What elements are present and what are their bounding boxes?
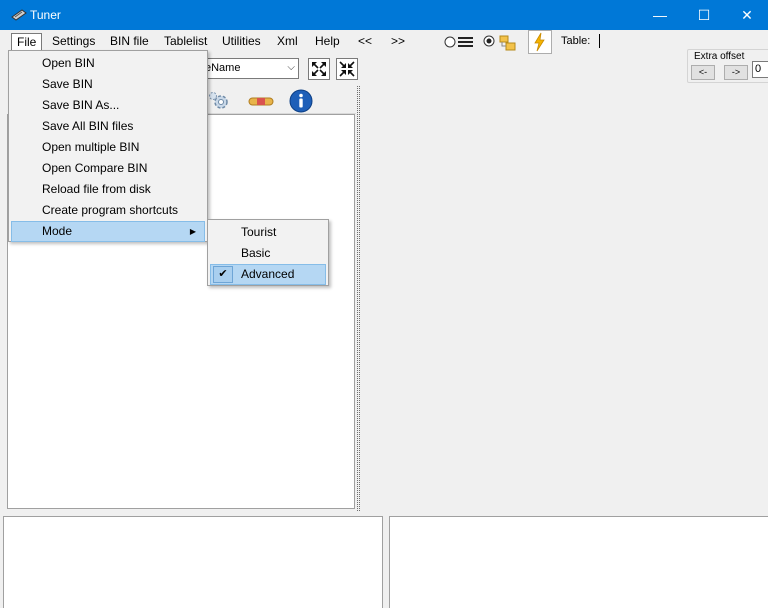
file-menu-dropdown: Open BIN Save BIN Save BIN As... Save Al…	[8, 50, 208, 242]
offset-next-button[interactable]: ->	[724, 65, 748, 80]
menu-item-open-multiple-bin[interactable]: Open multiple BIN	[11, 137, 205, 158]
menu-item-open-bin[interactable]: Open BIN	[11, 53, 205, 74]
collapse-icon	[339, 61, 355, 77]
info-icon	[289, 89, 313, 113]
mode-submenu: Tourist Basic ✔ Advanced	[207, 219, 329, 286]
menu-item-mode[interactable]: Mode ▶	[11, 221, 205, 242]
submenu-arrow-icon: ▶	[189, 227, 196, 236]
mode-item-tourist[interactable]: Tourist	[210, 222, 326, 243]
close-button[interactable]: ✕	[724, 0, 768, 30]
maximize-button[interactable]: ☐	[681, 0, 727, 30]
mode-item-advanced-label: Advanced	[241, 267, 295, 281]
app-icon	[11, 9, 27, 21]
combo-value: eName	[205, 62, 241, 74]
menu-item-create-shortcuts[interactable]: Create program shortcuts	[11, 200, 205, 221]
gear-icon	[209, 92, 228, 109]
menu-bin-file[interactable]: BIN file	[105, 33, 154, 51]
menu-next[interactable]: >>	[386, 33, 410, 51]
log-panel-right[interactable]	[389, 516, 768, 608]
menu-settings[interactable]: Settings	[47, 33, 100, 51]
lightning-icon	[534, 32, 545, 52]
mode-item-basic[interactable]: Basic	[210, 243, 326, 264]
bandage-icon	[248, 97, 274, 106]
menu-item-reload-file[interactable]: Reload file from disk	[11, 179, 205, 200]
check-icon: ✔	[213, 266, 233, 283]
flash-button[interactable]	[528, 30, 552, 54]
table-name-combo[interactable]: eName ⌵	[200, 58, 299, 79]
menu-file[interactable]: File	[11, 33, 43, 51]
collapse-all-button[interactable]	[336, 58, 358, 80]
title-bar: Tuner — ☐ ✕	[0, 0, 768, 30]
minimize-button[interactable]: —	[637, 0, 683, 30]
menu-prev[interactable]: <<	[353, 33, 377, 51]
menu-help[interactable]: Help	[310, 33, 345, 51]
menu-item-save-all-bin[interactable]: Save All BIN files	[11, 116, 205, 137]
table-field[interactable]	[599, 34, 600, 48]
expand-icon	[312, 62, 326, 76]
menu-tablelist[interactable]: Tablelist	[159, 33, 212, 51]
menu-item-open-compare-bin[interactable]: Open Compare BIN	[11, 158, 205, 179]
window-title: Tuner	[30, 8, 61, 22]
menu-item-save-bin[interactable]: Save BIN	[11, 74, 205, 95]
menu-utilities[interactable]: Utilities	[217, 33, 266, 51]
extra-offset-label: Extra offset	[694, 51, 745, 62]
table-label: Table:	[561, 35, 591, 47]
chevron-down-icon: ⌵	[287, 62, 295, 73]
tree-view-radio-icon[interactable]	[482, 34, 522, 52]
menu-xml[interactable]: Xml	[272, 33, 303, 51]
tab-patch[interactable]	[245, 89, 277, 113]
tab-info[interactable]	[285, 89, 317, 113]
offset-prev-button[interactable]: <-	[691, 65, 715, 80]
log-panel-left[interactable]	[3, 516, 383, 608]
offset-input[interactable]: 0	[752, 61, 768, 78]
list-view-radio-icon[interactable]	[444, 35, 474, 49]
menu-item-mode-label: Mode	[42, 224, 73, 238]
vertical-splitter[interactable]	[357, 86, 360, 511]
expand-all-button[interactable]	[308, 58, 330, 80]
mode-item-advanced[interactable]: ✔ Advanced	[210, 264, 326, 285]
menu-item-save-bin-as[interactable]: Save BIN As...	[11, 95, 205, 116]
